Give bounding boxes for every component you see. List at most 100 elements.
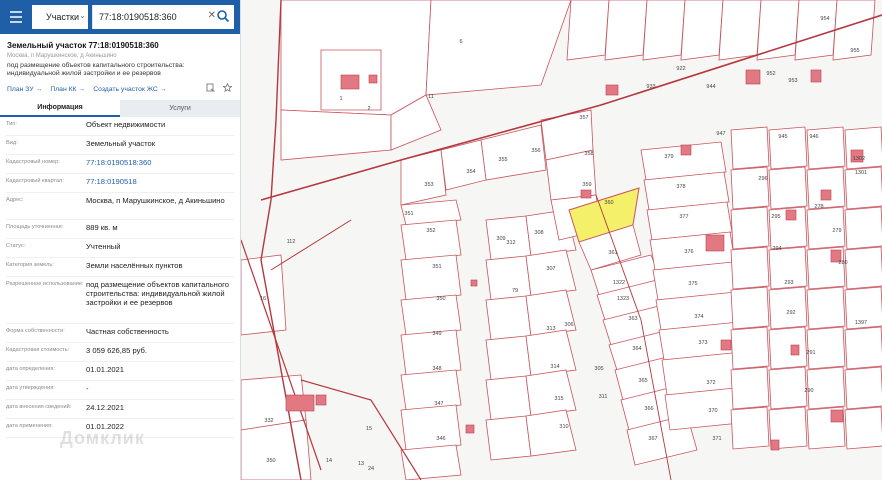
plot[interactable] xyxy=(844,406,882,450)
plot[interactable] xyxy=(844,246,882,290)
info-value: под размещение объектов капитального стр… xyxy=(86,280,229,307)
plot[interactable] xyxy=(566,0,610,61)
plot-number: 354 xyxy=(466,169,475,175)
plot[interactable] xyxy=(485,335,532,381)
plot-number: 351 xyxy=(404,211,413,217)
plot-number: 378 xyxy=(676,184,685,190)
info-value: 3 059 626,85 руб. xyxy=(86,346,147,355)
plot[interactable] xyxy=(642,0,686,61)
plot[interactable] xyxy=(400,294,462,336)
plot[interactable] xyxy=(730,326,770,370)
plot[interactable] xyxy=(730,126,770,170)
info-row: Статус: Учтенный xyxy=(6,239,234,258)
building xyxy=(810,69,822,83)
plot[interactable] xyxy=(768,126,808,170)
search-input[interactable] xyxy=(99,12,209,22)
info-value: 889 кв. м xyxy=(86,223,118,232)
plot[interactable] xyxy=(485,375,532,421)
tab-services[interactable]: Услуги xyxy=(120,100,240,117)
building xyxy=(680,144,692,156)
info-value: Земли населённых пунктов xyxy=(86,261,183,270)
star-icon[interactable] xyxy=(223,83,232,92)
plot-number: 112 xyxy=(287,239,296,245)
search-field[interactable]: ✕ xyxy=(92,5,234,29)
plot[interactable] xyxy=(730,166,770,210)
plot[interactable] xyxy=(400,329,462,376)
plot[interactable] xyxy=(806,286,846,330)
plot[interactable] xyxy=(794,0,838,61)
plot-number: 293 xyxy=(784,280,793,286)
plot-number: 361 xyxy=(608,250,617,256)
plan-zu-link[interactable]: План ЗУ → xyxy=(7,86,42,93)
cadastral-number-link[interactable]: 77:18:0190518:360 xyxy=(86,158,234,170)
plot[interactable] xyxy=(844,366,882,410)
plan-kk-link[interactable]: План КК → xyxy=(50,86,85,93)
plot-number: 377 xyxy=(679,214,688,220)
object-header: Земельный участок 77:18:0190518:360 Моск… xyxy=(0,34,240,78)
plot[interactable] xyxy=(806,326,846,370)
plot[interactable] xyxy=(730,206,770,250)
cadastral-quarter-link[interactable]: 77:18:0190518 xyxy=(86,177,234,189)
building xyxy=(470,279,478,287)
create-zhs-link[interactable]: Создать участок ЖС → xyxy=(93,86,166,93)
plot[interactable] xyxy=(241,419,312,480)
info-row: дата определения: 01.01.2021 xyxy=(6,362,234,381)
info-row: Кадастровый номер: 77:18:0190518:360 xyxy=(6,155,234,174)
info-value: Земельный участок xyxy=(86,139,156,148)
plot-number: 15 xyxy=(366,426,372,432)
cadastral-map[interactable]: 6 11 1 2 357 358 356 355 354 353 351 352 351 350 349 34… xyxy=(241,0,882,480)
plot-number: 11 xyxy=(428,94,434,100)
plot-number: 365 xyxy=(638,378,647,384)
info-value: - xyxy=(86,384,89,393)
plot[interactable] xyxy=(768,286,808,330)
plot-number: 360 xyxy=(604,200,613,206)
plot-number: 954 xyxy=(820,16,829,22)
plot[interactable] xyxy=(730,406,770,450)
plot[interactable] xyxy=(400,404,462,451)
plot[interactable] xyxy=(768,326,808,370)
info-label: Адрес: xyxy=(6,197,24,203)
plot[interactable] xyxy=(844,206,882,250)
plot[interactable] xyxy=(400,219,462,261)
plot[interactable] xyxy=(730,246,770,290)
search-icon[interactable] xyxy=(216,9,230,23)
plot[interactable] xyxy=(718,0,762,61)
plot[interactable] xyxy=(844,326,882,370)
plot-number: 1 xyxy=(339,96,342,102)
building xyxy=(605,84,619,96)
plot[interactable] xyxy=(680,0,724,61)
plot[interactable] xyxy=(604,0,648,61)
plot[interactable] xyxy=(400,369,462,411)
clear-icon[interactable]: ✕ xyxy=(208,10,216,21)
plot-number: 933 xyxy=(646,84,655,90)
building xyxy=(830,409,844,423)
plot[interactable] xyxy=(485,295,532,341)
plot-number: 350 xyxy=(266,458,275,464)
plot-number: 311 xyxy=(599,394,608,400)
map-canvas[interactable]: 6111235735835635535435335135235135034934… xyxy=(241,0,882,480)
plot[interactable] xyxy=(400,254,462,301)
plot-number: 290 xyxy=(804,388,813,394)
plot[interactable] xyxy=(485,255,532,301)
print-icon[interactable] xyxy=(206,83,215,92)
tab-info[interactable]: Информация xyxy=(0,100,120,117)
menu-icon[interactable] xyxy=(10,8,28,26)
plot[interactable] xyxy=(806,166,846,210)
plot[interactable] xyxy=(730,286,770,330)
plot[interactable] xyxy=(730,366,770,410)
plot-number: 6 xyxy=(459,39,462,45)
info-value: Объект недвижимости xyxy=(86,120,166,129)
plot-number: 355 xyxy=(498,157,507,163)
plot-number: 292 xyxy=(786,310,795,316)
plot[interactable] xyxy=(844,126,882,170)
plot[interactable] xyxy=(756,0,800,61)
plot[interactable] xyxy=(485,215,532,261)
building xyxy=(785,209,797,221)
plot-number: 352 xyxy=(426,228,435,234)
plot[interactable] xyxy=(485,415,532,461)
plot[interactable] xyxy=(241,254,287,336)
plot[interactable] xyxy=(768,366,808,410)
layer-select[interactable]: Участки ⌄ xyxy=(32,5,88,29)
plot-number: 374 xyxy=(694,314,703,320)
plot[interactable] xyxy=(768,166,808,210)
